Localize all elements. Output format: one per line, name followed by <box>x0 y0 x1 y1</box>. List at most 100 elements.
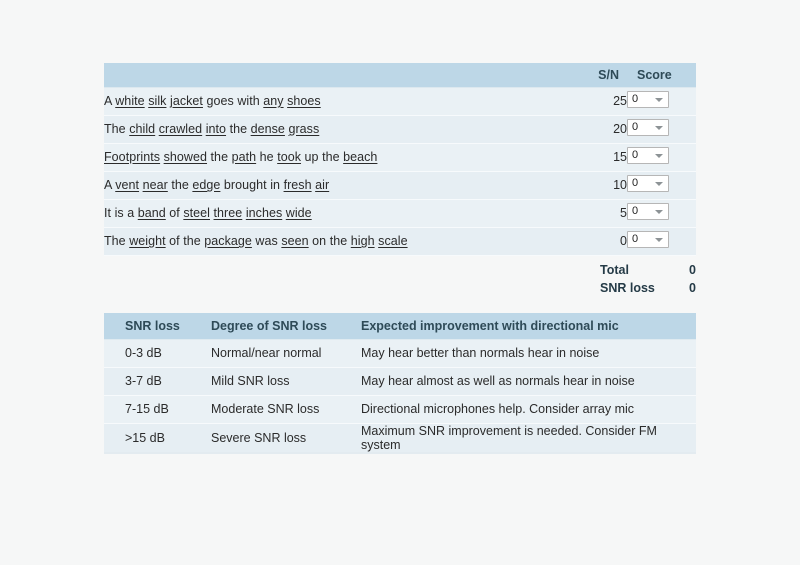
score-cell: 0 <box>627 226 696 256</box>
snr-loss-label: SNR loss <box>600 281 655 295</box>
score-select-value: 0 <box>632 233 639 245</box>
table-row: A vent near the edge brought in fresh ai… <box>104 170 696 200</box>
score-select-6[interactable]: 0 <box>627 231 669 248</box>
keyword: steel <box>183 206 210 220</box>
table-header-row: SNR loss Degree of SNR loss Expected impro… <box>104 313 696 339</box>
score-select-value: 0 <box>632 121 639 133</box>
sentence-score-table-head: S/N Score <box>104 63 696 87</box>
score-cell: 0 <box>627 142 696 172</box>
keyword: jacket <box>170 94 203 108</box>
keyword: grass <box>288 122 320 136</box>
snr-loss-value: 0 <box>689 281 696 295</box>
keyword: child <box>129 122 156 136</box>
chevron-down-icon <box>655 210 663 214</box>
sentence-filler: of <box>165 206 184 220</box>
keyword: fresh <box>283 178 312 192</box>
sentence-filler: A <box>104 94 116 108</box>
keyword: package <box>204 234 252 248</box>
chevron-down-icon <box>655 238 663 242</box>
table-header-row: S/N Score <box>104 63 696 87</box>
table-row: 3-7 dB Mild SNR loss May hear almost as we… <box>104 366 696 396</box>
keyword: weight <box>129 234 166 248</box>
sentence-filler: the <box>167 178 193 192</box>
total-label: Total <box>600 263 629 277</box>
sentence-score-table-body: A white silk jacket goes with any shoes 2… <box>104 86 696 256</box>
sentence-filler: of the <box>165 234 205 248</box>
chevron-down-icon <box>655 126 663 130</box>
keyword: inches <box>245 206 283 220</box>
keyword: wide <box>285 206 312 220</box>
table-row: >15 dB Severe SNR loss Maximum SNR improve… <box>104 422 696 454</box>
sentence-filler: on the <box>308 234 351 248</box>
keyword: vent <box>115 178 140 192</box>
sn-value: 10 <box>579 170 627 200</box>
total-value: 0 <box>689 263 696 277</box>
score-select-value: 0 <box>632 93 639 105</box>
chevron-down-icon <box>655 154 663 158</box>
score-select-4[interactable]: 0 <box>627 175 669 192</box>
keyword: three <box>213 206 243 220</box>
sentence-text: A white silk jacket goes with any shoes <box>104 86 579 116</box>
snr-degree: Severe SNR loss <box>190 422 340 454</box>
sentence-text: The weight of the package was seen on th… <box>104 226 579 256</box>
keyword: seen <box>281 234 309 248</box>
snr-loss-range: 0-3 dB <box>104 338 190 368</box>
snr-loss-row: SNR loss 0 <box>560 279 696 297</box>
column-header-expected-improvement: Expected improvement with directional mi… <box>340 313 696 339</box>
sentence-filler: A <box>104 178 116 192</box>
keyword: crawled <box>158 122 203 136</box>
sn-value: 25 <box>579 86 627 116</box>
score-cell: 0 <box>627 86 696 116</box>
sentence-filler: he <box>256 150 278 164</box>
table-row: The child crawled into the dense grass 20… <box>104 114 696 144</box>
keyword: took <box>277 150 302 164</box>
keyword: silk <box>148 94 167 108</box>
column-header-sentence <box>104 63 579 87</box>
sn-value: 5 <box>579 198 627 228</box>
sentence-filler: The <box>104 234 130 248</box>
table-row: 0-3 dB Normal/near normal May hear better … <box>104 338 696 368</box>
score-cell: 0 <box>627 170 696 200</box>
snr-reference-table: SNR loss Degree of SNR loss Expected impro… <box>104 313 696 454</box>
snr-degree: Moderate SNR loss <box>190 394 340 424</box>
snr-reference-table-body: 0-3 dB Normal/near normal May hear better … <box>104 338 696 454</box>
column-header-snr-loss: SNR loss <box>104 313 190 339</box>
column-header-score: Score <box>627 63 696 87</box>
sentence-text: A vent near the edge brought in fresh ai… <box>104 170 579 200</box>
sentence-filler: up the <box>301 150 344 164</box>
score-cell: 0 <box>627 114 696 144</box>
snr-expected-improvement: May hear almost as well as normals hear … <box>340 366 696 396</box>
sn-value: 15 <box>579 142 627 172</box>
sentence-filler: the <box>207 150 232 164</box>
score-select-1[interactable]: 0 <box>627 91 669 108</box>
sentence-text: It is a band of steel three inches wide <box>104 198 579 228</box>
keyword: edge <box>192 178 221 192</box>
sentence-filler: It is a <box>104 206 138 220</box>
column-header-sn: S/N <box>579 63 627 87</box>
sentence-filler: the <box>226 122 251 136</box>
snr-expected-improvement: May hear better than normals hear in noi… <box>340 338 696 368</box>
snr-degree: Normal/near normal <box>190 338 340 368</box>
sentence-text: Footprints showed the path he took up th… <box>104 142 579 172</box>
chevron-down-icon <box>655 182 663 186</box>
sn-value: 0 <box>579 226 627 256</box>
quicksin-scoring-page: S/N Score A white silk jacket goes with … <box>0 0 800 565</box>
score-cell: 0 <box>627 198 696 228</box>
chevron-down-icon <box>655 98 663 102</box>
score-select-3[interactable]: 0 <box>627 147 669 164</box>
table-row: It is a band of steel three inches wide 5… <box>104 198 696 228</box>
score-select-value: 0 <box>632 177 639 189</box>
snr-degree: Mild SNR loss <box>190 366 340 396</box>
keyword: dense <box>250 122 285 136</box>
sentence-text: The child crawled into the dense grass <box>104 114 579 144</box>
keyword: air <box>315 178 330 192</box>
column-header-degree: Degree of SNR loss <box>190 313 340 339</box>
table-row: 7-15 dB Moderate SNR loss Directional micr… <box>104 394 696 424</box>
keyword: any <box>263 94 284 108</box>
score-select-5[interactable]: 0 <box>627 203 669 220</box>
keyword: near <box>142 178 168 192</box>
sentence-filler: brought in <box>220 178 284 192</box>
keyword: into <box>205 122 227 136</box>
keyword: path <box>231 150 257 164</box>
score-select-2[interactable]: 0 <box>627 119 669 136</box>
